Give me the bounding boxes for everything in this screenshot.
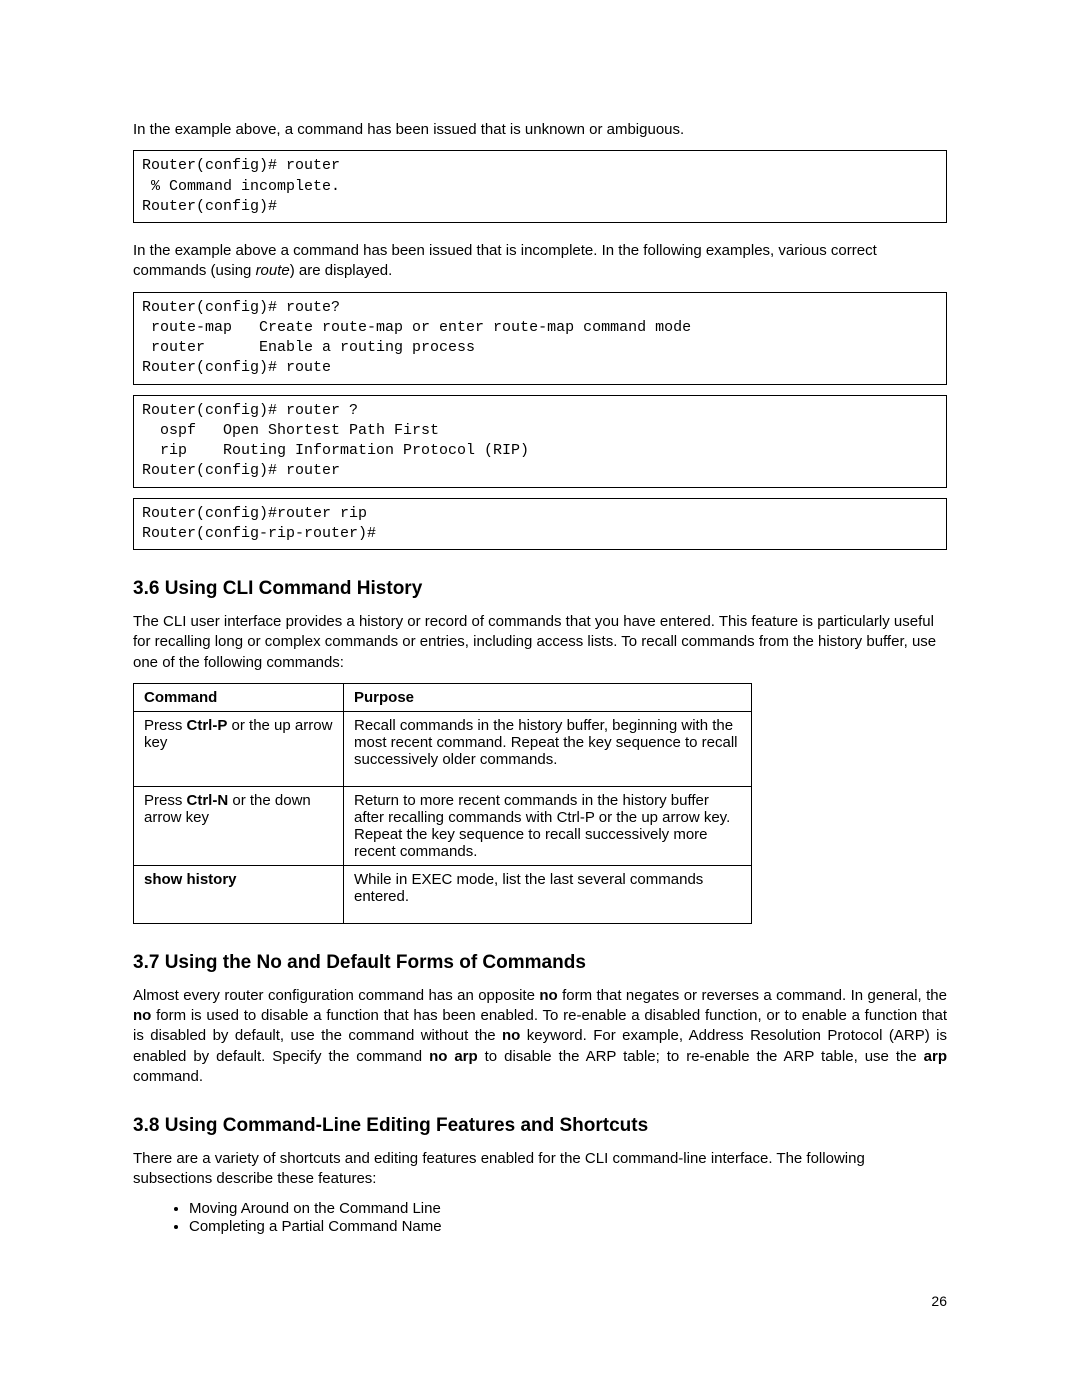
code-example-1: Router(config)# router % Command incompl… (133, 150, 947, 223)
cell-purpose: Recall commands in the history buffer, b… (343, 711, 751, 786)
ctrl-p-bold: Ctrl-P (187, 717, 228, 734)
text-fragment: form that negates or reverses a command.… (558, 987, 947, 1004)
code-example-3: Router(config)# router ? ospf Open Short… (133, 395, 947, 488)
list-item: Completing a Partial Command Name (189, 1218, 947, 1235)
heading-3-8: 3.8 Using Command-Line Editing Features … (133, 1115, 947, 1137)
heading-3-7: 3.7 Using the No and Default Forms of Co… (133, 952, 947, 974)
code-example-4: Router(config)#router rip Router(config-… (133, 498, 947, 551)
list-item: Moving Around on the Command Line (189, 1200, 947, 1217)
cell-command: Press Ctrl-P or the up arrow key (134, 711, 344, 786)
show-history-bold: show history (144, 871, 237, 888)
page-content: In the example above, a command has been… (133, 120, 947, 1309)
cell-purpose: Return to more recent commands in the hi… (343, 786, 751, 865)
paragraph-3-7: Almost every router configuration comman… (133, 986, 947, 1087)
no-bold: no (539, 987, 557, 1004)
arp-bold: arp (924, 1048, 947, 1065)
paragraph-3-8: There are a variety of shortcuts and edi… (133, 1149, 947, 1190)
table-header-command: Command (134, 683, 344, 711)
ctrl-n-bold: Ctrl-N (187, 792, 229, 809)
table-row: show history While in EXEC mode, list th… (134, 865, 752, 923)
table-header-purpose: Purpose (343, 683, 751, 711)
text-fragment: ) are displayed. (290, 262, 393, 279)
features-list: Moving Around on the Command Line Comple… (189, 1200, 947, 1235)
cell-command: Press Ctrl-N or the down arrow key (134, 786, 344, 865)
page-number: 26 (133, 1293, 947, 1309)
heading-3-6: 3.6 Using CLI Command History (133, 578, 947, 600)
code-example-2: Router(config)# route? route-map Create … (133, 292, 947, 385)
history-commands-table: Command Purpose Press Ctrl-P or the up a… (133, 683, 752, 924)
text-fragment: Press (144, 792, 187, 809)
table-row: Press Ctrl-N or the down arrow key Retur… (134, 786, 752, 865)
cell-purpose: While in EXEC mode, list the last severa… (343, 865, 751, 923)
no-bold: no (133, 1007, 151, 1024)
text-fragment: command. (133, 1068, 203, 1085)
text-fragment: Almost every router configuration comman… (133, 987, 539, 1004)
text-fragment: to disable the ARP table; to re-enable t… (478, 1048, 924, 1065)
paragraph-3-6: The CLI user interface provides a histor… (133, 612, 947, 673)
text-fragment: In the example above a command has been … (133, 242, 877, 279)
intro-paragraph-1: In the example above, a command has been… (133, 120, 947, 140)
no-arp-bold: no arp (429, 1048, 478, 1065)
no-bold: no (502, 1027, 520, 1044)
route-italic: route (256, 262, 290, 279)
text-fragment: Press (144, 717, 187, 734)
intro-paragraph-2: In the example above a command has been … (133, 241, 947, 282)
cell-command: show history (134, 865, 344, 923)
table-row: Press Ctrl-P or the up arrow key Recall … (134, 711, 752, 786)
